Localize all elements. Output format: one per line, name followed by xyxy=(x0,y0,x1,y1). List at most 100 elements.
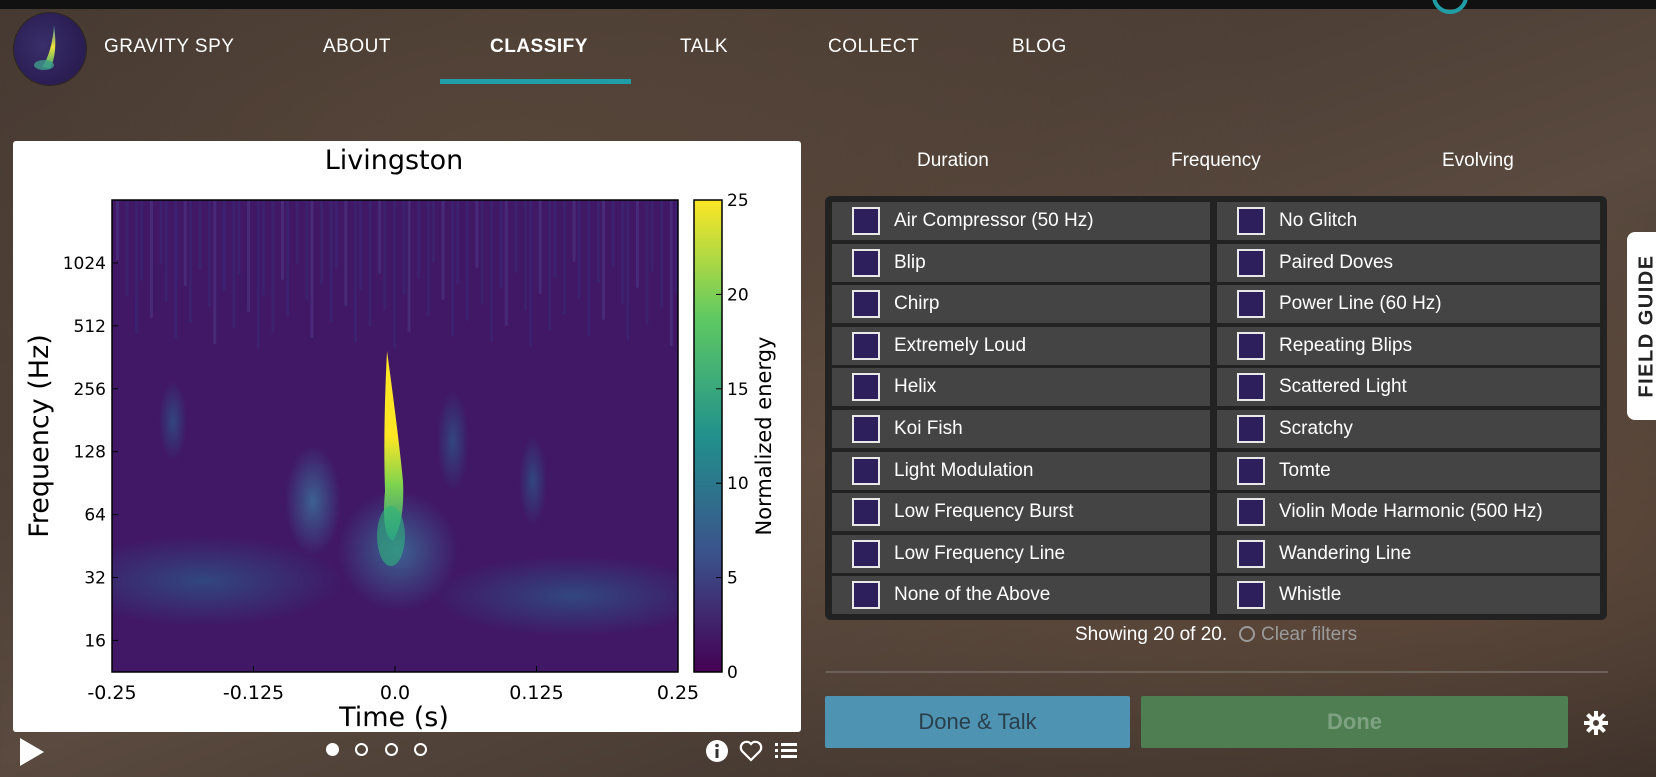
noise-streak xyxy=(237,200,241,275)
choice-thumbnail-icon xyxy=(852,207,880,235)
choice-koi-fish[interactable]: Koi Fish xyxy=(832,410,1210,448)
top-circle-icon[interactable] xyxy=(1432,0,1468,14)
noise-streak xyxy=(650,200,654,272)
clear-filters-link[interactable]: Clear filters xyxy=(1261,624,1357,646)
info-icon[interactable] xyxy=(704,738,730,764)
noise-streak xyxy=(261,200,265,296)
x-tick-label: -0.125 xyxy=(223,682,284,704)
choice-thumbnail-icon xyxy=(852,415,880,443)
nav-talk[interactable]: TALK xyxy=(680,36,728,58)
done-and-talk-button[interactable]: Done & Talk xyxy=(825,696,1130,748)
choice-scattered-light[interactable]: Scattered Light xyxy=(1217,368,1600,407)
x-axis-label: Time (s) xyxy=(338,702,449,732)
choice-air-compressor-50-hz[interactable]: Air Compressor (50 Hz) xyxy=(832,202,1210,240)
choice-thumbnail-icon xyxy=(852,331,880,360)
nav-brand[interactable]: GRAVITY SPY xyxy=(104,36,234,58)
choice-grid: Air Compressor (50 Hz) Blip Chirp Extremely… xyxy=(825,196,1607,620)
choice-low-frequency-burst[interactable]: Low Frequency Burst xyxy=(832,493,1210,532)
noise-streak xyxy=(222,200,226,291)
choice-thumbnail-icon xyxy=(1237,456,1265,485)
choice-thumbnail-icon xyxy=(1237,415,1265,443)
choice-none-of-the-above[interactable]: None of the Above xyxy=(832,576,1210,615)
frame-dot-2[interactable] xyxy=(355,743,368,756)
filter-tab-frequency[interactable]: Frequency xyxy=(1171,150,1261,172)
field-guide-tab[interactable]: FIELD GUIDE xyxy=(1627,232,1656,420)
choice-thumbnail-icon xyxy=(1237,290,1265,319)
noise-streak xyxy=(504,200,508,326)
choice-light-modulation[interactable]: Light Modulation xyxy=(832,451,1210,490)
choice-power-line-60-hz[interactable]: Power Line (60 Hz) xyxy=(1217,285,1600,324)
y-tick-label: 64 xyxy=(84,506,106,526)
noise-streak xyxy=(334,200,338,269)
choice-thumbnail-icon xyxy=(1237,248,1265,277)
gravity-spy-logo[interactable] xyxy=(14,13,86,85)
choice-label: Extremely Loud xyxy=(894,334,1027,356)
noise-streak xyxy=(572,200,576,262)
noise-streak xyxy=(635,200,639,288)
choice-extremely-loud[interactable]: Extremely Loud xyxy=(832,326,1210,365)
choice-wandering-line[interactable]: Wandering Line xyxy=(1217,534,1600,573)
heart-icon[interactable] xyxy=(738,738,764,764)
noise-streak xyxy=(208,200,212,307)
play-icon[interactable] xyxy=(20,738,44,766)
y-axis-label: Frequency (Hz) xyxy=(24,334,55,538)
noise-streak xyxy=(529,200,533,347)
noise-streak xyxy=(344,200,348,306)
spectrogram-chart: Livingston 16 32 64 128 256 512 1024 Frequency… xyxy=(24,145,776,732)
noise-streak xyxy=(645,200,649,325)
x-tick-label: 0.25 xyxy=(657,682,699,704)
noise-streak xyxy=(490,200,494,342)
frame-dot-4[interactable] xyxy=(414,743,427,756)
noise-streak xyxy=(281,200,284,280)
nav-active-underline xyxy=(440,79,631,84)
done-button[interactable]: Done xyxy=(1141,696,1568,748)
noise-streak xyxy=(577,200,581,299)
colorbar-tick-label: 5 xyxy=(727,569,738,589)
noise-streak xyxy=(548,200,552,331)
noise-streak xyxy=(475,200,479,268)
noise-streak xyxy=(383,200,387,311)
choice-thumbnail-icon xyxy=(852,498,880,527)
noise-streak xyxy=(553,200,557,278)
choice-scratchy[interactable]: Scratchy xyxy=(1217,410,1600,448)
noise-streak xyxy=(465,200,469,321)
choice-tomte[interactable]: Tomte xyxy=(1217,451,1600,490)
choice-paired-doves[interactable]: Paired Doves xyxy=(1217,243,1600,282)
choice-no-glitch[interactable]: No Glitch xyxy=(1217,202,1600,240)
noise-streak xyxy=(392,200,396,348)
frame-dot-3[interactable] xyxy=(385,743,398,756)
noise-streak xyxy=(499,200,503,289)
list-icon[interactable] xyxy=(773,738,799,764)
choice-blip[interactable]: Blip xyxy=(832,243,1210,282)
choice-thumbnail-icon xyxy=(1237,581,1265,610)
noise-streak xyxy=(417,200,421,279)
filter-tab-duration[interactable]: Duration xyxy=(917,150,989,172)
choice-helix[interactable]: Helix xyxy=(832,368,1210,407)
choice-thumbnail-icon xyxy=(1237,373,1265,402)
showing-count: Showing 20 of 20. xyxy=(1075,624,1228,645)
choice-label: Helix xyxy=(894,376,937,398)
y-tick-label: 256 xyxy=(74,380,106,400)
noise-streak xyxy=(611,200,615,267)
nav-collect[interactable]: COLLECT xyxy=(828,36,919,58)
choice-chirp[interactable]: Chirp xyxy=(832,285,1210,324)
spectrogram-plot xyxy=(112,200,678,672)
choice-low-frequency-line[interactable]: Low Frequency Line xyxy=(832,534,1210,573)
nav-classify[interactable]: CLASSIFY xyxy=(490,36,588,58)
choice-thumbnail-icon xyxy=(852,290,880,319)
nav-blog[interactable]: BLOG xyxy=(1012,36,1067,58)
clear-filters-icon[interactable] xyxy=(1239,626,1255,642)
choice-label: Wandering Line xyxy=(1279,542,1412,564)
noise-streak xyxy=(538,200,542,294)
x-tick-label: 0.125 xyxy=(509,682,563,704)
filter-tab-evolving[interactable]: Evolving xyxy=(1442,150,1514,172)
frame-dot-1[interactable] xyxy=(326,743,339,756)
choice-violin-mode-harmonic-500-hz[interactable]: Violin Mode Harmonic (500 Hz) xyxy=(1217,493,1600,532)
choice-label: Low Frequency Line xyxy=(894,542,1066,564)
noise-streak xyxy=(247,200,251,312)
choice-whistle[interactable]: Whistle xyxy=(1217,576,1600,615)
logo-glitch-icon xyxy=(34,25,56,70)
choice-repeating-blips[interactable]: Repeating Blips xyxy=(1217,326,1600,365)
nav-about[interactable]: ABOUT xyxy=(323,36,391,58)
gear-icon[interactable] xyxy=(1583,710,1609,736)
